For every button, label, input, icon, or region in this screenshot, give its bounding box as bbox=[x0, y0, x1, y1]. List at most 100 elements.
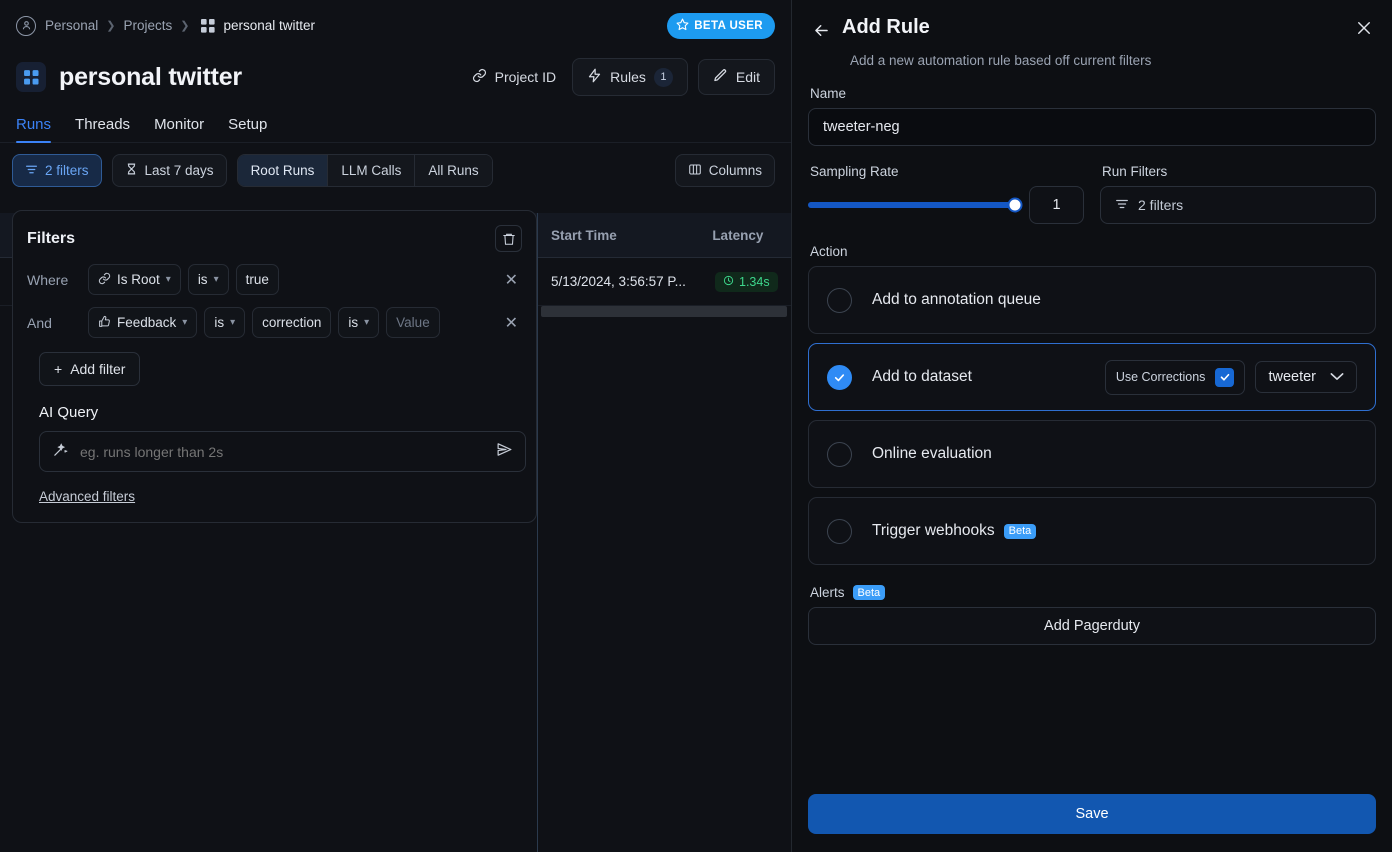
columns-button[interactable]: Columns bbox=[674, 154, 775, 187]
filter-value-input[interactable]: true bbox=[235, 264, 279, 295]
rules-count-badge: 1 bbox=[653, 67, 673, 87]
filters-chip-label: 2 filters bbox=[45, 163, 89, 178]
arrow-left-icon[interactable] bbox=[808, 17, 834, 43]
add-filter-button[interactable]: + Add filter bbox=[39, 352, 141, 386]
filter-conjunction: And bbox=[27, 314, 52, 331]
chevron-down-icon bbox=[1330, 369, 1344, 385]
date-range-chip[interactable]: Last 7 days bbox=[111, 154, 227, 187]
dataset-value: tweeter bbox=[1268, 369, 1316, 385]
segment-llm-calls[interactable]: LLM Calls bbox=[328, 155, 416, 186]
alerts-label-text: Alerts bbox=[810, 585, 845, 600]
filter-conjunction: Where bbox=[27, 271, 69, 288]
columns-icon bbox=[688, 163, 702, 179]
remove-filter-icon[interactable]: ✕ bbox=[501, 270, 522, 290]
chevron-down-icon: ▾ bbox=[230, 317, 236, 328]
add-filter-label: Add filter bbox=[70, 361, 126, 377]
filter-field-select[interactable]: Is Root ▾ bbox=[88, 264, 181, 295]
filter-operator-label: is bbox=[197, 272, 208, 287]
radio-icon[interactable] bbox=[827, 287, 852, 313]
segment-root-runs[interactable]: Root Runs bbox=[237, 155, 329, 186]
radio-icon[interactable] bbox=[827, 518, 852, 544]
date-range-label: Last 7 days bbox=[144, 163, 214, 178]
beta-user-badge[interactable]: BETA USER bbox=[667, 12, 775, 39]
name-field[interactable] bbox=[808, 108, 1376, 146]
use-corrections-toggle[interactable]: Use Corrections bbox=[1104, 359, 1246, 395]
sampling-rate-label: Sampling Rate bbox=[810, 164, 899, 179]
edit-label: Edit bbox=[735, 69, 760, 85]
panel-header: Add Rule bbox=[808, 0, 1376, 43]
tab-bar: Runs Threads Monitor Setup bbox=[0, 103, 791, 143]
column-header-start-time[interactable]: Start Time bbox=[537, 228, 712, 243]
user-icon bbox=[16, 15, 36, 36]
beta-badge: Beta bbox=[852, 585, 886, 600]
advanced-filters-link[interactable]: Advanced filters bbox=[39, 489, 135, 504]
action-option-text: Trigger webhooks bbox=[872, 522, 995, 539]
dataset-select[interactable]: tweeter bbox=[1255, 361, 1357, 393]
add-pagerduty-button[interactable]: Add Pagerduty bbox=[808, 607, 1376, 645]
radio-icon[interactable] bbox=[827, 441, 852, 467]
ai-query-label: AI Query bbox=[39, 404, 99, 421]
alerts-label: Alerts Beta bbox=[810, 585, 1376, 600]
breadcrumb-item-personal[interactable]: Personal bbox=[45, 18, 98, 33]
action-label: Action bbox=[810, 244, 1376, 259]
filter-key-label: correction bbox=[262, 315, 322, 330]
tab-runs[interactable]: Runs bbox=[16, 116, 52, 143]
action-option-trigger-webhooks[interactable]: Trigger webhooks Beta bbox=[808, 497, 1376, 565]
remove-filter-icon[interactable]: ✕ bbox=[501, 313, 522, 333]
action-label-text: Action bbox=[810, 244, 848, 259]
filter-icon bbox=[25, 163, 38, 179]
slider-thumb[interactable] bbox=[1007, 197, 1023, 213]
link-icon bbox=[472, 68, 487, 86]
project-header: personal twitter Project ID Rules 1 Edit bbox=[0, 51, 791, 103]
filter-operator2-select[interactable]: is ▾ bbox=[338, 307, 380, 338]
clock-icon bbox=[723, 275, 734, 289]
filter-operator-select[interactable]: is ▾ bbox=[204, 307, 246, 338]
filter-field-select[interactable]: Feedback ▾ bbox=[88, 307, 198, 338]
name-label: Name bbox=[810, 86, 847, 101]
ai-query-input[interactable] bbox=[80, 443, 485, 460]
action-option-add-to-dataset[interactable]: Add to dataset Use Corrections tweeter bbox=[808, 343, 1376, 411]
close-icon[interactable] bbox=[1352, 16, 1376, 40]
segment-all-runs[interactable]: All Runs bbox=[415, 155, 492, 186]
filter-value-input[interactable]: Value bbox=[386, 307, 440, 338]
tab-monitor[interactable]: Monitor bbox=[154, 116, 204, 142]
plus-icon: + bbox=[54, 361, 63, 377]
latency-value: 1.34s bbox=[739, 274, 770, 289]
grid-icon bbox=[16, 62, 46, 92]
columns-label: Columns bbox=[708, 163, 762, 178]
horizontal-scrollbar[interactable] bbox=[541, 306, 787, 317]
filter-operator-select[interactable]: is ▾ bbox=[187, 264, 229, 295]
edit-button[interactable]: Edit bbox=[697, 59, 775, 95]
filter-row: And Feedback ▾ is ▾ correction is ▾ Valu… bbox=[27, 307, 522, 338]
action-option-online-evaluation[interactable]: Online evaluation bbox=[808, 420, 1376, 488]
cell-start-time: 5/13/2024, 3:56:57 P... bbox=[551, 274, 686, 289]
sampling-rate-value[interactable]: 1 bbox=[1029, 186, 1084, 224]
tab-threads[interactable]: Threads bbox=[75, 116, 130, 142]
filters-popover-header: Filters bbox=[27, 225, 522, 252]
project-id-button[interactable]: Project ID bbox=[466, 61, 562, 93]
link-icon bbox=[98, 272, 111, 288]
breadcrumb-item-projects[interactable]: Projects bbox=[124, 18, 173, 33]
action-option-annotation-queue[interactable]: Add to annotation queue bbox=[808, 266, 1376, 334]
page-title: personal twitter bbox=[59, 62, 242, 91]
tab-setup[interactable]: Setup bbox=[228, 116, 267, 142]
breadcrumb-item-current: personal twitter bbox=[223, 18, 316, 33]
column-header-latency[interactable]: Latency bbox=[712, 228, 791, 243]
breadcrumb-separator-icon: ❯ bbox=[106, 20, 116, 32]
lightning-icon bbox=[587, 67, 602, 87]
trash-icon[interactable] bbox=[495, 225, 522, 252]
thumbs-up-icon bbox=[98, 315, 111, 331]
checkbox-checked-icon[interactable] bbox=[1215, 367, 1235, 387]
run-filters-button[interactable]: 2 filters bbox=[1100, 186, 1376, 224]
rules-button[interactable]: Rules 1 bbox=[572, 58, 688, 96]
send-icon[interactable] bbox=[496, 441, 513, 463]
action-option-label: Add to annotation queue bbox=[872, 291, 1041, 308]
save-button[interactable]: Save bbox=[808, 794, 1376, 834]
radio-checked-icon[interactable] bbox=[827, 364, 852, 390]
ai-query-box[interactable] bbox=[39, 431, 526, 472]
sampling-rate-slider[interactable] bbox=[808, 197, 1023, 213]
filters-chip[interactable]: 2 filters bbox=[12, 154, 102, 187]
filter-toolbar: 2 filters Last 7 days Root Runs LLM Call… bbox=[0, 143, 791, 187]
add-rule-panel: Add Rule Add a new automation rule based… bbox=[791, 0, 1392, 852]
filter-key-input[interactable]: correction bbox=[252, 307, 332, 338]
